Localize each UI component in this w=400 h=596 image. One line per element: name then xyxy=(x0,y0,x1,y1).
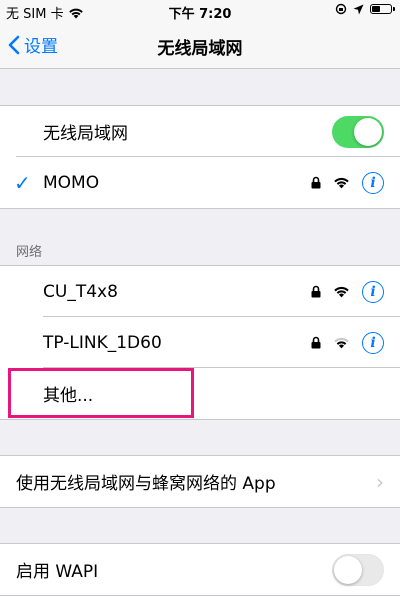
network-name: CU_T4x8 xyxy=(43,281,118,302)
lock-icon xyxy=(311,285,321,298)
page-title: 无线局域网 xyxy=(157,39,243,59)
wapi-toggle-switch[interactable] xyxy=(332,553,384,586)
wapi-group: 启用 WAPI xyxy=(0,543,400,596)
network-row[interactable]: CU_T4x8 i xyxy=(0,266,400,317)
network-icons: i xyxy=(311,280,384,303)
network-icons: i xyxy=(311,331,384,354)
info-icon[interactable]: i xyxy=(362,171,384,194)
lock-icon xyxy=(311,336,321,349)
connected-network-row[interactable]: ✓ MOMO i xyxy=(0,157,400,208)
network-icons: i xyxy=(311,171,384,194)
orientation-lock-icon xyxy=(335,3,347,15)
apps-row[interactable]: 使用无线局域网与蜂窝网络的 App › xyxy=(0,456,400,507)
wifi-signal-icon xyxy=(334,177,349,189)
location-icon xyxy=(353,4,364,14)
status-right xyxy=(335,3,395,15)
highlight-annotation xyxy=(8,368,194,418)
toggle-knob xyxy=(354,117,382,146)
toggle-knob xyxy=(334,555,362,584)
lock-icon xyxy=(311,176,321,189)
network-name: MOMO xyxy=(43,172,100,193)
wifi-group: 无线局域网 ✓ MOMO i xyxy=(0,105,400,209)
apps-group: 使用无线局域网与蜂窝网络的 App › xyxy=(0,455,400,508)
networks-section-header: 网络 xyxy=(16,245,43,260)
info-icon[interactable]: i xyxy=(362,331,384,354)
checkmark-icon: ✓ xyxy=(14,170,31,195)
info-icon[interactable]: i xyxy=(362,280,384,303)
wifi-signal-icon xyxy=(334,337,349,349)
apps-row-label: 使用无线局域网与蜂窝网络的 App xyxy=(16,474,276,494)
wapi-label: 启用 WAPI xyxy=(16,562,99,582)
network-name: TP-LINK_1D60 xyxy=(43,332,162,353)
chevron-right-icon: › xyxy=(376,469,384,494)
wifi-toggle-label: 无线局域网 xyxy=(43,124,128,144)
status-bar: 无 SIM 卡 下午 7:20 xyxy=(0,0,400,22)
wifi-toggle-switch[interactable] xyxy=(332,115,384,148)
navigation-bar: 设置 无线局域网 xyxy=(0,22,400,69)
network-row[interactable]: TP-LINK_1D60 i xyxy=(0,317,400,368)
wifi-signal-icon xyxy=(334,286,349,298)
battery-icon xyxy=(370,4,395,14)
wifi-toggle-row: 无线局域网 xyxy=(0,106,400,157)
wapi-row: 启用 WAPI xyxy=(0,544,400,595)
